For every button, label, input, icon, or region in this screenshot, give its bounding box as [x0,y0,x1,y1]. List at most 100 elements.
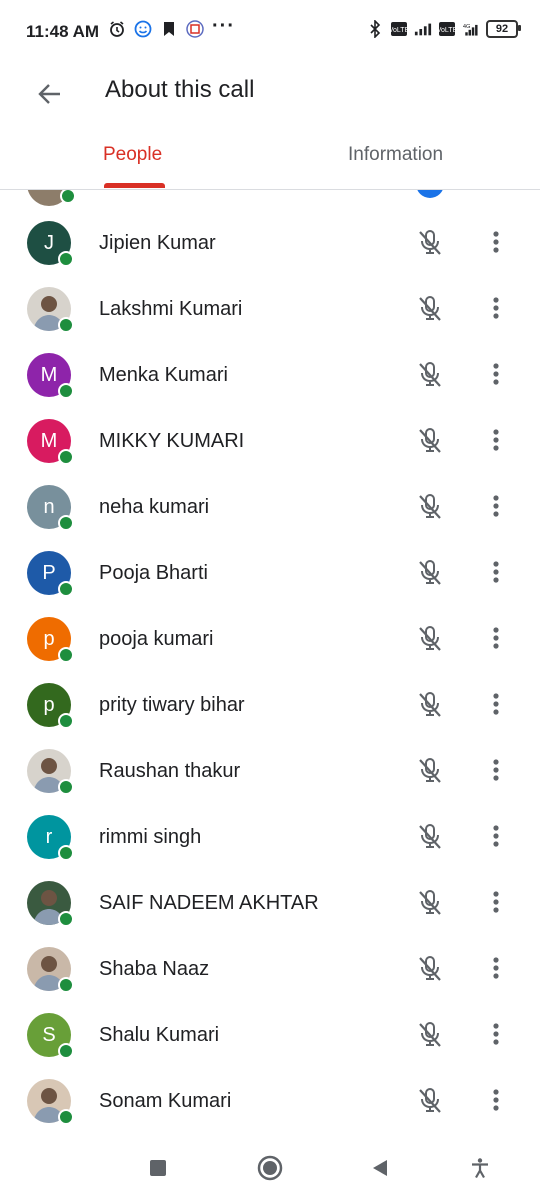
participant-row[interactable]: J Jipien Kumar [0,210,540,276]
participant-row[interactable]: Shaba Naaz [0,936,540,1002]
mic-muted-icon[interactable] [414,754,446,786]
more-options-icon[interactable] [484,754,508,786]
mic-muted-icon[interactable] [414,688,446,720]
more-dots-icon: ··· [212,14,235,37]
participant-row[interactable]: S Shalu Kumari [0,1002,540,1068]
volte-icon: VoLTE [438,20,456,38]
accessibility-button[interactable] [466,1154,494,1182]
tab-indicator [104,183,165,188]
avatar-initial: n [43,495,55,518]
participant-name: Lakshmi Kumari [99,298,243,320]
participant-name: Raushan thakur [99,760,241,782]
participant-row[interactable]: SAIF NADEEM AKHTAR [0,870,540,936]
home-button[interactable] [256,1154,284,1182]
participant-row[interactable]: n neha kumari [0,474,540,540]
tab-people[interactable]: People [103,144,162,166]
participant-row[interactable]: r rimmi singh [0,804,540,870]
participant-name: Pooja Bharti [99,562,208,584]
back-button[interactable] [32,76,68,112]
participant-row[interactable]: Sonam Kumari [0,1068,540,1133]
participant-name: pooja kumari [99,628,214,650]
more-options-icon[interactable] [484,226,508,258]
participant-row[interactable]: M Menka Kumari [0,342,540,408]
participant-name: SAIF NADEEM AKHTAR [99,892,319,914]
avatar-initial: p [43,627,55,650]
more-options-icon[interactable] [484,688,508,720]
mic-muted-icon[interactable] [414,886,446,918]
accessibility-icon [472,1158,488,1179]
bluetooth-icon [366,20,384,38]
participant-name: Shaba Naaz [99,958,210,980]
online-status-dot [58,251,74,267]
participant-name: Menka Kumari [99,364,228,386]
more-options-icon[interactable] [484,1084,508,1116]
avatar-initial: J [44,231,54,254]
online-status-dot [58,317,74,333]
mic-muted-icon[interactable] [414,1018,446,1050]
online-status-dot [58,845,74,861]
signal-icon [414,20,432,38]
online-status-dot [60,190,76,204]
mic-muted-icon[interactable] [414,556,446,588]
participant-row[interactable]: P Pooja Bharti [0,540,540,606]
app-icon [186,20,204,38]
mic-muted-icon[interactable] [414,226,446,258]
avatar-initial: S [42,1023,56,1046]
more-options-icon[interactable] [484,490,508,522]
signal-4g-icon: 4G [462,20,480,38]
mic-muted-icon[interactable] [414,820,446,852]
participant-name: Sonam Kumari [99,1090,232,1112]
online-status-dot [58,977,74,993]
more-options-icon[interactable] [484,556,508,588]
mic-muted-icon[interactable] [414,358,446,390]
participant-name: MIKKY KUMARI [99,430,245,452]
participant-row[interactable]: p prity tiwary bihar [0,672,540,738]
more-options-icon[interactable] [484,622,508,654]
home-circle-icon [257,1155,283,1181]
online-status-dot [58,515,74,531]
participant-row[interactable]: p pooja kumari [0,606,540,672]
mic-muted-icon[interactable] [414,490,446,522]
participant-name: Jipien Kumar [99,232,216,254]
svg-text:4G: 4G [463,24,471,30]
online-status-dot [58,383,74,399]
svg-text:VoLTE: VoLTE [438,27,456,34]
more-options-icon[interactable] [484,358,508,390]
mic-muted-icon[interactable] [414,292,446,324]
navigation-bar [0,1134,540,1200]
more-options-icon[interactable] [484,292,508,324]
online-status-dot [58,1109,74,1125]
avatar-initial: M [40,363,58,386]
online-status-dot [58,449,74,465]
more-options-icon[interactable] [484,1018,508,1050]
recents-square-icon [150,1160,166,1176]
avatar-initial: M [40,429,58,452]
svg-text:VoLTE: VoLTE [390,27,408,34]
mic-muted-icon[interactable] [414,1084,446,1116]
battery-icon: 92 [486,20,521,38]
back-triangle-icon [373,1160,387,1176]
participant-name: prity tiwary bihar [99,694,245,716]
tab-information[interactable]: Information [348,144,443,166]
mic-muted-icon[interactable] [414,622,446,654]
participant-list[interactable]: J Jipien Kumar Lakshmi Kumari M Menka Kumari… [0,190,540,1133]
emoji-icon [134,20,152,38]
more-options-icon[interactable] [484,424,508,456]
nav-back-button[interactable] [366,1154,394,1182]
participant-name: rimmi singh [99,826,202,848]
participant-name: neha kumari [99,496,210,518]
mic-muted-icon[interactable] [414,424,446,456]
page-title: About this call [105,76,255,103]
status-time: 11:48 AM [26,22,100,41]
online-status-dot [58,911,74,927]
more-options-icon[interactable] [484,886,508,918]
more-options-icon[interactable] [484,820,508,852]
participant-row[interactable]: Raushan thakur [0,738,540,804]
recents-button[interactable] [144,1154,172,1182]
participant-row[interactable]: M MIKKY KUMARI [0,408,540,474]
participant-row[interactable]: Lakshmi Kumari [0,276,540,342]
online-status-dot [58,1043,74,1059]
mic-muted-icon[interactable] [414,952,446,984]
more-options-icon[interactable] [484,952,508,984]
status-left-icons: ··· [108,15,235,38]
